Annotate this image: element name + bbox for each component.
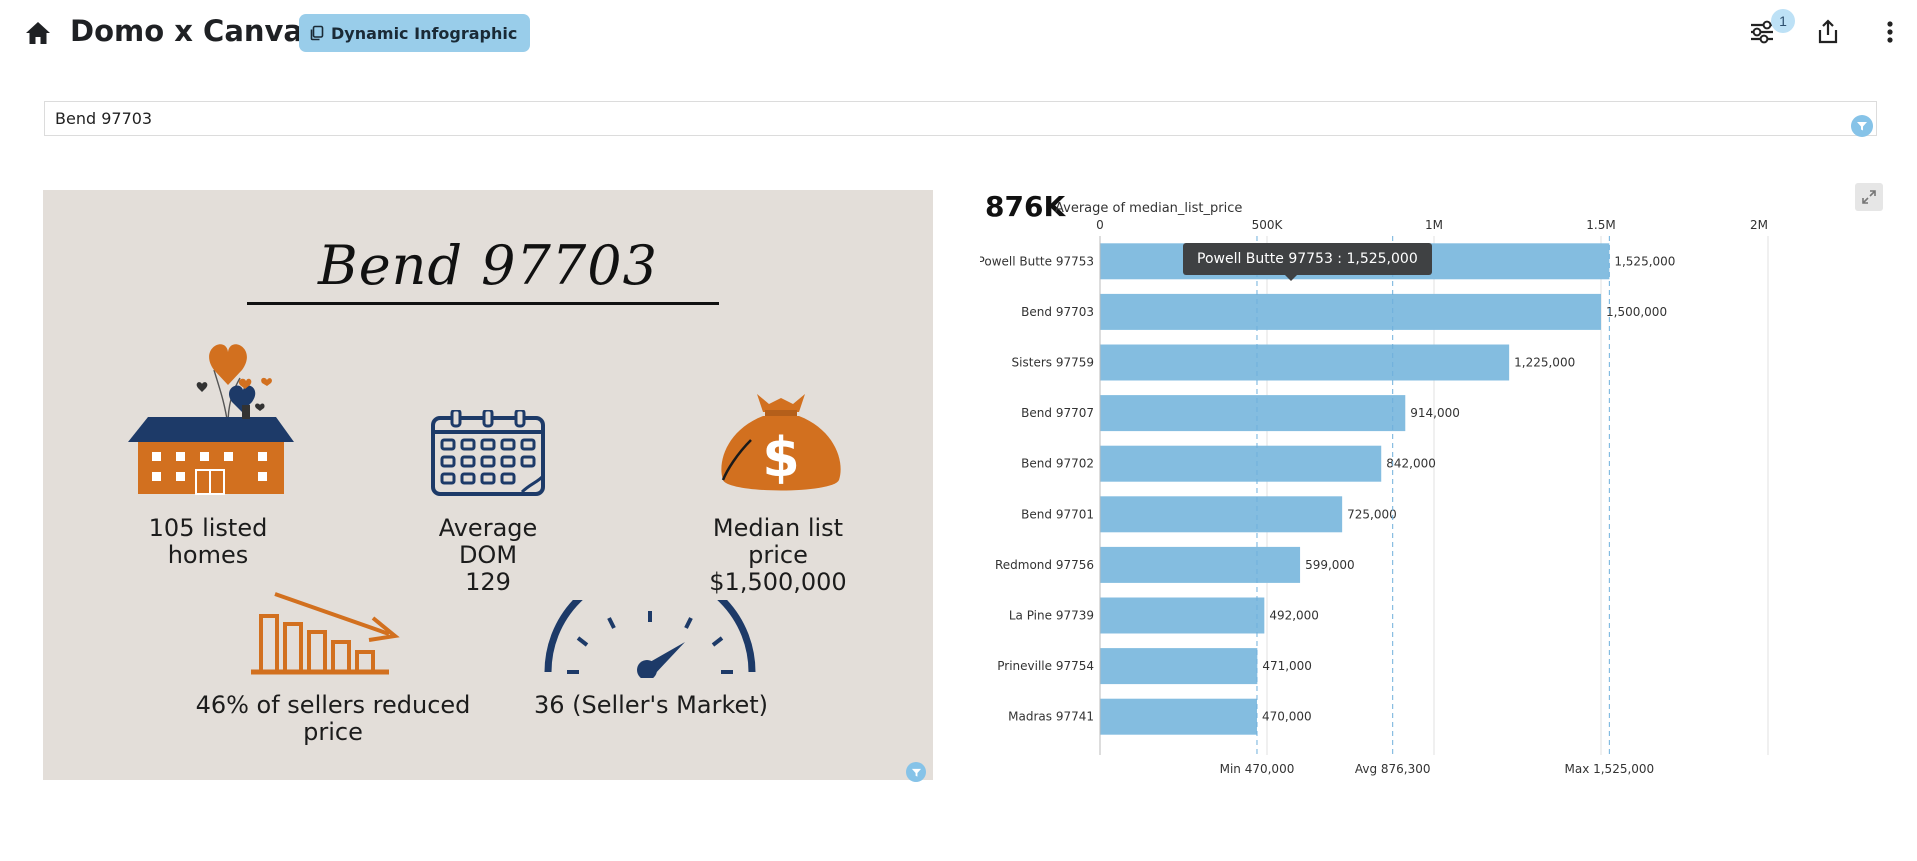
median-price-line2: price — [748, 541, 808, 569]
money-bag-icon: $ — [721, 394, 841, 491]
bar[interactable] — [1100, 597, 1265, 634]
filter-count-badge: 1 — [1771, 9, 1795, 33]
average-dom-line2: DOM — [458, 541, 518, 569]
median-price-value: $1,500,000 — [709, 568, 847, 596]
category-label: Sisters 97759 — [1012, 356, 1094, 370]
value-label: 471,000 — [1262, 659, 1312, 673]
bar[interactable] — [1100, 344, 1510, 381]
copy-icon — [310, 25, 324, 41]
calendar-icon — [431, 410, 545, 496]
bar[interactable] — [1100, 546, 1301, 583]
card-filter-icon[interactable] — [906, 762, 926, 782]
category-label: Bend 97701 — [1021, 507, 1094, 521]
value-label: 1,525,000 — [1614, 254, 1675, 268]
dynamic-infographic-button[interactable]: Dynamic Infographic — [299, 14, 531, 52]
home-icon[interactable] — [24, 20, 52, 46]
listed-homes-line2: homes — [167, 541, 249, 569]
svg-text:$: $ — [762, 426, 800, 489]
value-label: 492,000 — [1269, 609, 1319, 623]
infographic-title: Bend 97703 — [318, 234, 658, 297]
bar[interactable] — [1100, 395, 1406, 432]
category-label: Prineville 97754 — [997, 659, 1094, 673]
reference-line-label: Max 1,525,000 — [1564, 762, 1654, 776]
speedometer-icon — [544, 600, 756, 678]
market-stat: 36 (Seller's Market) — [533, 691, 769, 719]
median-price-stat: Median list price $1,500,000 — [683, 515, 873, 596]
category-label: Powell Butte 97753 — [980, 254, 1094, 268]
chart-tooltip: Powell Butte 97753 : 1,525,000 — [1183, 243, 1432, 281]
category-label: Bend 97707 — [1021, 406, 1094, 420]
category-label: Bend 97703 — [1021, 305, 1094, 319]
bar[interactable] — [1100, 648, 1258, 685]
value-label: 914,000 — [1410, 406, 1460, 420]
expand-icon[interactable] — [1855, 183, 1883, 211]
category-label: Bend 97702 — [1021, 457, 1094, 471]
title-underline — [247, 302, 719, 305]
listed-homes-line1: 105 listed — [148, 514, 268, 542]
average-dom-value: 129 — [465, 568, 511, 596]
app-header: Domo x Canva Dynamic Infographic 1 — [0, 0, 1917, 66]
value-label: 470,000 — [1262, 710, 1312, 724]
value-label: 1,225,000 — [1514, 356, 1575, 370]
bar[interactable] — [1100, 496, 1343, 533]
median-price-line1: Median list — [712, 514, 844, 542]
zip-filter-field[interactable]: Bend 97703 — [44, 101, 1877, 136]
x-tick-label: 1.5M — [1586, 218, 1615, 232]
value-label: 842,000 — [1386, 457, 1436, 471]
category-label: Redmond 97756 — [995, 558, 1094, 572]
bar[interactable] — [1100, 698, 1257, 735]
reference-line-label: Avg 876,300 — [1355, 762, 1431, 776]
share-icon[interactable] — [1813, 17, 1843, 47]
value-label: 725,000 — [1347, 507, 1397, 521]
price-drop-chart-icon — [251, 592, 400, 675]
average-dom-stat: Average DOM 129 — [395, 515, 581, 596]
x-tick-label: 500K — [1252, 218, 1284, 232]
bar[interactable] — [1100, 293, 1601, 330]
average-dom-line1: Average — [438, 514, 538, 542]
filter-indicator-icon[interactable] — [1851, 115, 1873, 137]
reference-line-label: Min 470,000 — [1220, 762, 1295, 776]
bar[interactable] — [1100, 445, 1382, 482]
value-label: 1,500,000 — [1606, 305, 1667, 319]
x-tick-label: 1M — [1425, 218, 1443, 232]
house-icon — [128, 344, 294, 495]
pill-label: Dynamic Infographic — [331, 23, 518, 43]
category-label: Madras 97741 — [1008, 710, 1094, 724]
value-label: 599,000 — [1305, 558, 1355, 572]
more-options-icon[interactable] — [1875, 17, 1905, 47]
zip-filter-value: Bend 97703 — [55, 109, 153, 128]
reduced-price-stat: 46% of sellers reduced price — [183, 692, 483, 746]
x-tick-label: 0 — [1096, 218, 1104, 232]
listed-homes-stat: 105 listed homes — [108, 515, 308, 569]
x-tick-label: 2M — [1750, 218, 1768, 232]
reduced-price-line2: price — [303, 718, 363, 746]
infographic-card: Bend 97703 105 listed homes Average DOM … — [43, 190, 933, 780]
reduced-price-line1: 46% of sellers reduced — [195, 691, 471, 719]
category-label: La Pine 97739 — [1009, 609, 1094, 623]
page-title: Domo x Canva — [70, 14, 304, 48]
